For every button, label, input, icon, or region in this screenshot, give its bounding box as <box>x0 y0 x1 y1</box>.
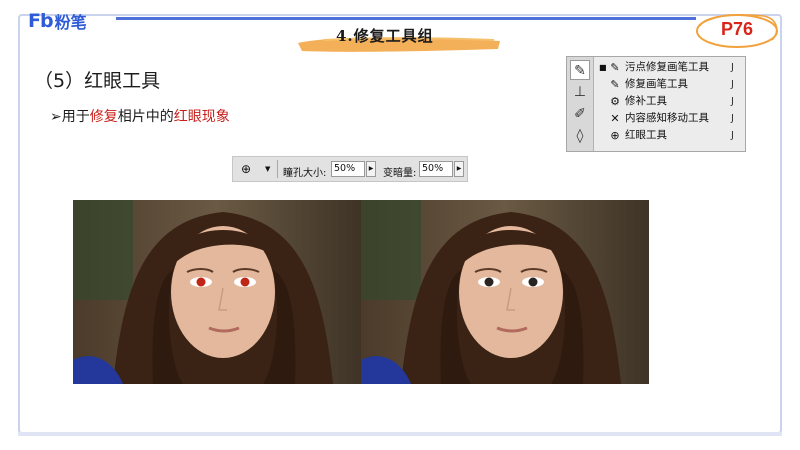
header-rule <box>116 17 696 20</box>
menu-item-label: 修复画笔工具 <box>625 78 688 90</box>
menu-item-spot-healing[interactable]: ■ ✎ 污点修复画笔工具 J <box>597 60 743 75</box>
healing-group-tool-icon[interactable]: ✎ <box>570 60 590 80</box>
darken-amount-field[interactable]: 50% <box>419 161 453 177</box>
pupil-size-label: 瞳孔大小: <box>283 168 327 179</box>
bullet-text-2: 相片中的 <box>117 109 174 125</box>
menu-item-shortcut: J <box>731 130 734 141</box>
menu-item-label: 污点修复画笔工具 <box>625 61 709 73</box>
toolbox-column: ✎ ⊥ ✐ ◊ <box>567 57 594 151</box>
spot-healing-brush-icon: ✎ <box>610 61 620 74</box>
menu-item-label: 内容感知移动工具 <box>625 112 709 124</box>
history-brush-icon[interactable]: ✐ <box>570 104 590 124</box>
menu-item-content-aware-move[interactable]: ✕ 内容感知移动工具 J <box>597 111 743 126</box>
page-badge: P76 <box>694 12 780 50</box>
menu-item-label: 修补工具 <box>625 95 667 107</box>
bullet-arrow: ➢ <box>50 109 62 125</box>
healing-tool-flyout: ✎ ⊥ ✐ ◊ ■ ✎ 污点修复画笔工具 J ✎ 修复画笔工具 J ⚙ 修补工具… <box>566 56 746 152</box>
menu-item-label: 红眼工具 <box>625 129 667 141</box>
content-aware-move-icon: ✕ <box>610 112 620 125</box>
section-title: 4.修复工具组 <box>336 27 434 45</box>
red-eye-icon: ⊕ <box>610 129 620 142</box>
brand-logo: Fb 粉笔 <box>28 10 87 32</box>
menu-item-red-eye[interactable]: ⊕ 红眼工具 J <box>597 128 743 143</box>
red-eye-tool-icon[interactable]: ⊕ <box>241 162 251 176</box>
pupil-size-field[interactable]: 50% <box>331 161 365 177</box>
portrait-after-photo <box>361 200 649 384</box>
bullet-text-1: 用于 <box>61 109 90 125</box>
darken-amount-arrow-icon[interactable]: ▶ <box>454 161 464 177</box>
red-eye-options-bar: ⊕ ▼ 瞳孔大小: 50% ▶ 变暗量: 50% ▶ <box>232 156 468 182</box>
before-after-photos <box>73 200 649 384</box>
brand-mark: Fb <box>28 10 54 32</box>
bullet-point: ➢用于修复相片中的红眼现象 <box>50 106 230 126</box>
tool-preset-dropdown-icon[interactable]: ▼ <box>265 165 270 173</box>
bullet-text-red-2: 红眼现象 <box>173 109 230 125</box>
menu-item-healing-brush[interactable]: ✎ 修复画笔工具 J <box>597 77 743 92</box>
blur-tool-icon[interactable]: ◊ <box>570 126 590 146</box>
menu-item-shortcut: J <box>731 96 734 107</box>
portrait-before-photo <box>73 200 361 384</box>
pupil-size-arrow-icon[interactable]: ▶ <box>366 161 376 177</box>
darken-amount-label: 变暗量: <box>383 168 417 179</box>
stamp-tool-icon[interactable]: ⊥ <box>570 82 590 102</box>
brand-name: 粉笔 <box>54 13 87 32</box>
page-number: P76 <box>720 19 754 39</box>
options-divider <box>277 160 278 178</box>
slide-heading: （5）红眼工具 <box>34 70 161 92</box>
menu-item-shortcut: J <box>731 79 734 90</box>
menu-item-shortcut: J <box>731 62 734 73</box>
menu-item-shortcut: J <box>731 113 734 124</box>
patch-icon: ⚙ <box>610 95 620 108</box>
menu-item-patch[interactable]: ⚙ 修补工具 J <box>597 94 743 109</box>
selected-marker-icon: ■ <box>599 63 607 72</box>
healing-brush-icon: ✎ <box>610 78 620 91</box>
bullet-text-red-1: 修复 <box>89 109 118 125</box>
slide-bottom-bar <box>18 432 782 436</box>
